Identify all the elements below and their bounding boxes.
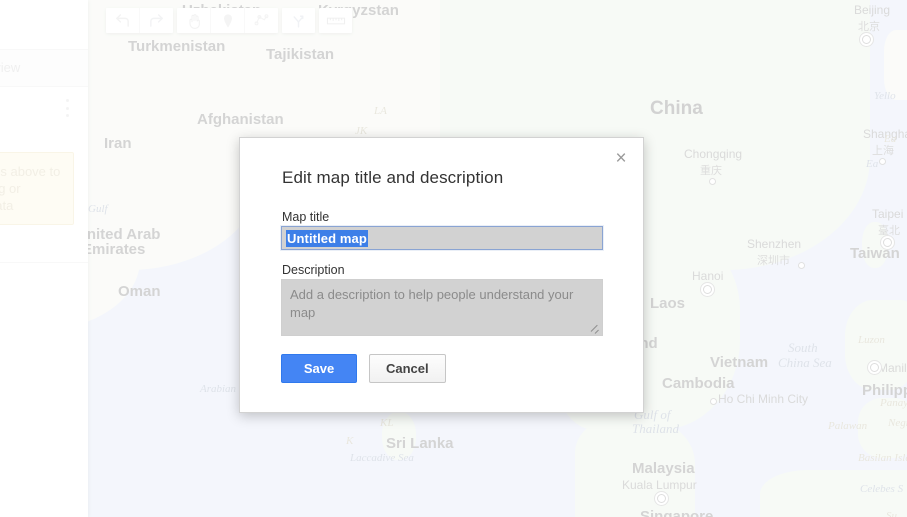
close-icon[interactable]: ×	[610, 147, 632, 169]
google-my-maps-app: Turkmenistan Uzbekistan Tajikistan Kyrgy…	[0, 0, 907, 517]
map-title-input-value: Untitled map	[286, 229, 368, 247]
map-title-input[interactable]: Untitled map	[280, 225, 604, 251]
map-title-label: Map title	[282, 210, 330, 224]
dialog-actions: Save Cancel	[281, 354, 446, 383]
description-placeholder-text: Add a description to help people underst…	[290, 287, 574, 320]
cancel-button[interactable]: Cancel	[369, 354, 446, 383]
dialog-title: Edit map title and description	[282, 168, 504, 187]
save-button[interactable]: Save	[281, 354, 357, 383]
description-label: Description	[282, 263, 345, 277]
resize-handle-icon[interactable]	[590, 324, 600, 334]
description-textarea[interactable]: Add a description to help people underst…	[281, 279, 603, 336]
edit-map-title-dialog: × Edit map title and description Map tit…	[239, 137, 644, 413]
